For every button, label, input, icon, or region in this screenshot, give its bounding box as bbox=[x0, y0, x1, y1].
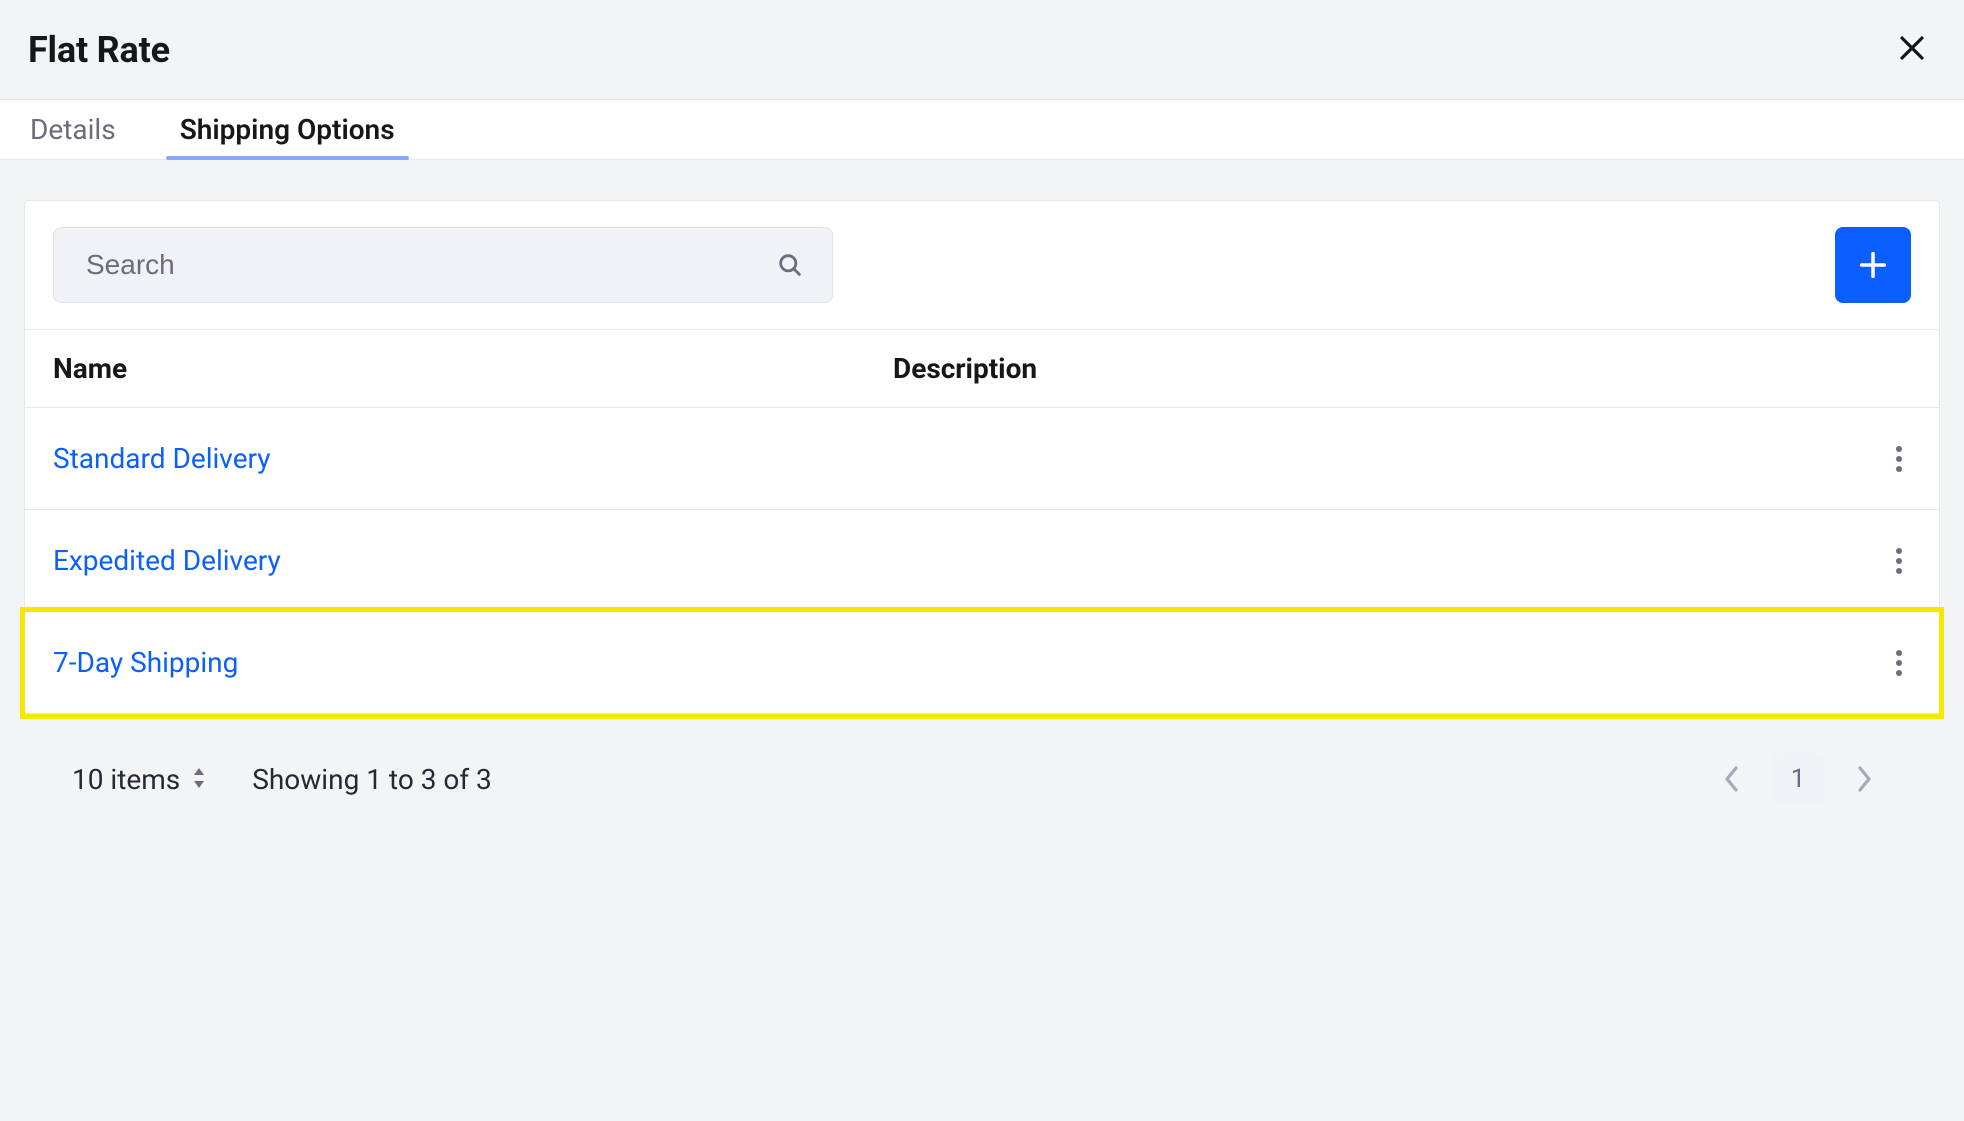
add-button[interactable] bbox=[1835, 227, 1911, 303]
tabs: Details Shipping Options bbox=[0, 100, 1964, 160]
caret-up-down-icon bbox=[190, 763, 208, 796]
pagination-bar: 10 items Showing 1 to 3 of 3 1 bbox=[24, 727, 1940, 831]
content-card: Name Description Standard Delivery Expedi… bbox=[24, 200, 1940, 715]
row-name-link[interactable]: Standard Delivery bbox=[53, 442, 271, 475]
row-actions-button[interactable] bbox=[1875, 435, 1923, 483]
pager-prev-button[interactable] bbox=[1704, 751, 1760, 807]
row-name-link[interactable]: 7-Day Shipping bbox=[53, 646, 238, 679]
table-header: Name Description bbox=[25, 329, 1939, 408]
search-icon bbox=[776, 251, 804, 279]
column-header-description[interactable]: Description bbox=[893, 352, 1037, 385]
close-button[interactable] bbox=[1888, 26, 1936, 74]
chevron-right-icon bbox=[1853, 764, 1875, 794]
pager-current-page[interactable]: 1 bbox=[1772, 753, 1824, 805]
card-toolbar bbox=[25, 201, 1939, 329]
cell-name: 7-Day Shipping bbox=[53, 646, 893, 679]
pagination-left: 10 items Showing 1 to 3 of 3 bbox=[72, 763, 492, 796]
pager-next-button[interactable] bbox=[1836, 751, 1892, 807]
close-icon bbox=[1897, 30, 1927, 70]
row-actions-button[interactable] bbox=[1875, 537, 1923, 585]
row-name-link[interactable]: Expedited Delivery bbox=[53, 544, 281, 577]
kebab-menu-icon bbox=[1895, 444, 1903, 474]
table-body: Standard Delivery Expedited Delivery 7-Day… bbox=[25, 408, 1939, 714]
table-row: Expedited Delivery bbox=[25, 510, 1939, 612]
kebab-menu-icon bbox=[1895, 648, 1903, 678]
tab-shipping-options[interactable]: Shipping Options bbox=[178, 100, 397, 159]
header: Flat Rate bbox=[0, 0, 1964, 100]
table-row: 7-Day Shipping bbox=[25, 612, 1939, 714]
column-header-name[interactable]: Name bbox=[53, 352, 893, 385]
kebab-menu-icon bbox=[1895, 546, 1903, 576]
page-size-label: 10 items bbox=[72, 763, 180, 796]
plus-icon bbox=[1856, 248, 1890, 282]
cell-name: Expedited Delivery bbox=[53, 544, 893, 577]
page-size-selector[interactable]: 10 items bbox=[72, 763, 208, 796]
chevron-left-icon bbox=[1721, 764, 1743, 794]
search-input[interactable] bbox=[84, 228, 776, 302]
tab-label: Shipping Options bbox=[180, 113, 395, 146]
page-title: Flat Rate bbox=[28, 29, 170, 71]
tab-details[interactable]: Details bbox=[28, 100, 118, 159]
page-range-label: Showing 1 to 3 of 3 bbox=[252, 763, 492, 796]
search-container bbox=[53, 227, 833, 303]
pager: 1 bbox=[1704, 751, 1892, 807]
tab-label: Details bbox=[30, 113, 116, 146]
table-row: Standard Delivery bbox=[25, 408, 1939, 510]
cell-name: Standard Delivery bbox=[53, 442, 893, 475]
row-actions-button[interactable] bbox=[1875, 639, 1923, 687]
